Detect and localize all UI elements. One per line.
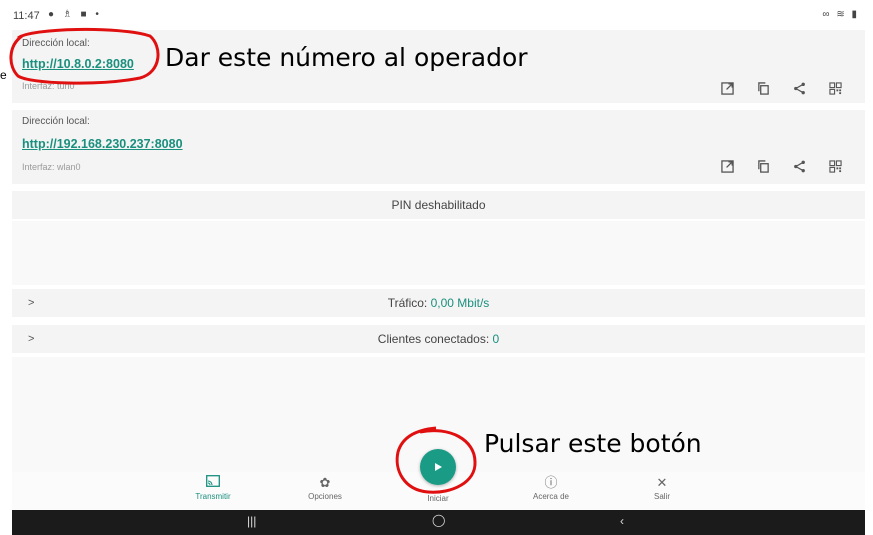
clients-expander[interactable]: > Clientes conectados: 0 [12, 325, 865, 353]
address-actions [709, 78, 853, 98]
start-button[interactable] [420, 449, 456, 485]
share-icon[interactable] [781, 156, 817, 176]
home-icon[interactable]: ◯ [432, 513, 445, 527]
nav-options[interactable]: ✿ Opciones [295, 474, 355, 501]
nav-label: Iniciar [427, 494, 449, 503]
address-link[interactable]: http://192.168.230.237:8080 [22, 137, 183, 151]
system-navigation-bar: ||| ◯ ‹ [12, 510, 865, 535]
screen: { "status_bar": { "time": "11:47", "left… [0, 0, 873, 535]
address-link[interactable]: http://10.8.0.2:8080 [22, 57, 134, 71]
qr-code-icon[interactable] [817, 78, 853, 98]
traffic-expander[interactable]: > Tráfico: 0,00 Mbit/s [12, 289, 865, 317]
status-notification-icons: ● ♗ ■ • [48, 9, 102, 20]
annotation-address-note: Dar este número al operador [165, 43, 528, 72]
clients-label: Clientes conectados: [377, 332, 490, 346]
copy-icon[interactable] [745, 156, 781, 176]
traffic-text: Tráfico: 0,00 Mbit/s [12, 289, 865, 317]
status-bar: 11:47 ● ♗ ■ • ∞ ≋ ▮ [0, 0, 873, 28]
share-icon[interactable] [781, 78, 817, 98]
address-label: Dirección local: [22, 116, 90, 127]
nav-transmit[interactable]: Transmitir [183, 474, 243, 501]
nav-label: Opciones [308, 492, 342, 501]
recents-icon[interactable]: ||| [247, 514, 256, 528]
address-label: Dirección local: [22, 38, 90, 49]
annotation-button-note: Pulsar este botón [484, 429, 702, 458]
clients-text: Clientes conectados: 0 [12, 325, 865, 353]
chevron-right-icon: > [28, 297, 35, 309]
chevron-right-icon: > [28, 333, 35, 345]
interface-label: Interfaz: wlan0 [22, 162, 81, 172]
pin-status: PIN deshabilitado [12, 191, 865, 219]
nav-start[interactable]: Iniciar [408, 494, 468, 503]
close-icon: ✕ [656, 475, 668, 490]
gear-icon: ✿ [319, 475, 331, 490]
stray-annotation-char: e [0, 68, 7, 82]
clients-value: 0 [492, 332, 500, 346]
nav-label: Transmitir [195, 492, 231, 501]
info-icon: ⓘ [544, 475, 558, 490]
traffic-label: Tráfico: [387, 296, 428, 310]
interface-label: Interfaz: tun0 [22, 81, 75, 91]
nav-label: Salir [653, 492, 670, 501]
back-icon[interactable]: ‹ [620, 514, 624, 528]
empty-panel [12, 221, 865, 285]
status-system-icons: ∞ ≋ ▮ [822, 9, 859, 20]
nav-exit[interactable]: ✕ Salir [632, 474, 692, 501]
nav-about[interactable]: ⓘ Acerca de [521, 474, 581, 501]
open-external-icon[interactable] [709, 78, 745, 98]
cast-icon [183, 474, 243, 492]
nav-label: Acerca de [532, 492, 570, 501]
qr-code-icon[interactable] [817, 156, 853, 176]
open-external-icon[interactable] [709, 156, 745, 176]
status-time: 11:47 [13, 10, 40, 22]
address-actions [709, 156, 853, 176]
address-card-wlan0: Dirección local: http://192.168.230.237:… [12, 110, 865, 184]
play-icon [435, 463, 442, 471]
traffic-value: 0,00 Mbit/s [430, 296, 490, 310]
copy-icon[interactable] [745, 78, 781, 98]
